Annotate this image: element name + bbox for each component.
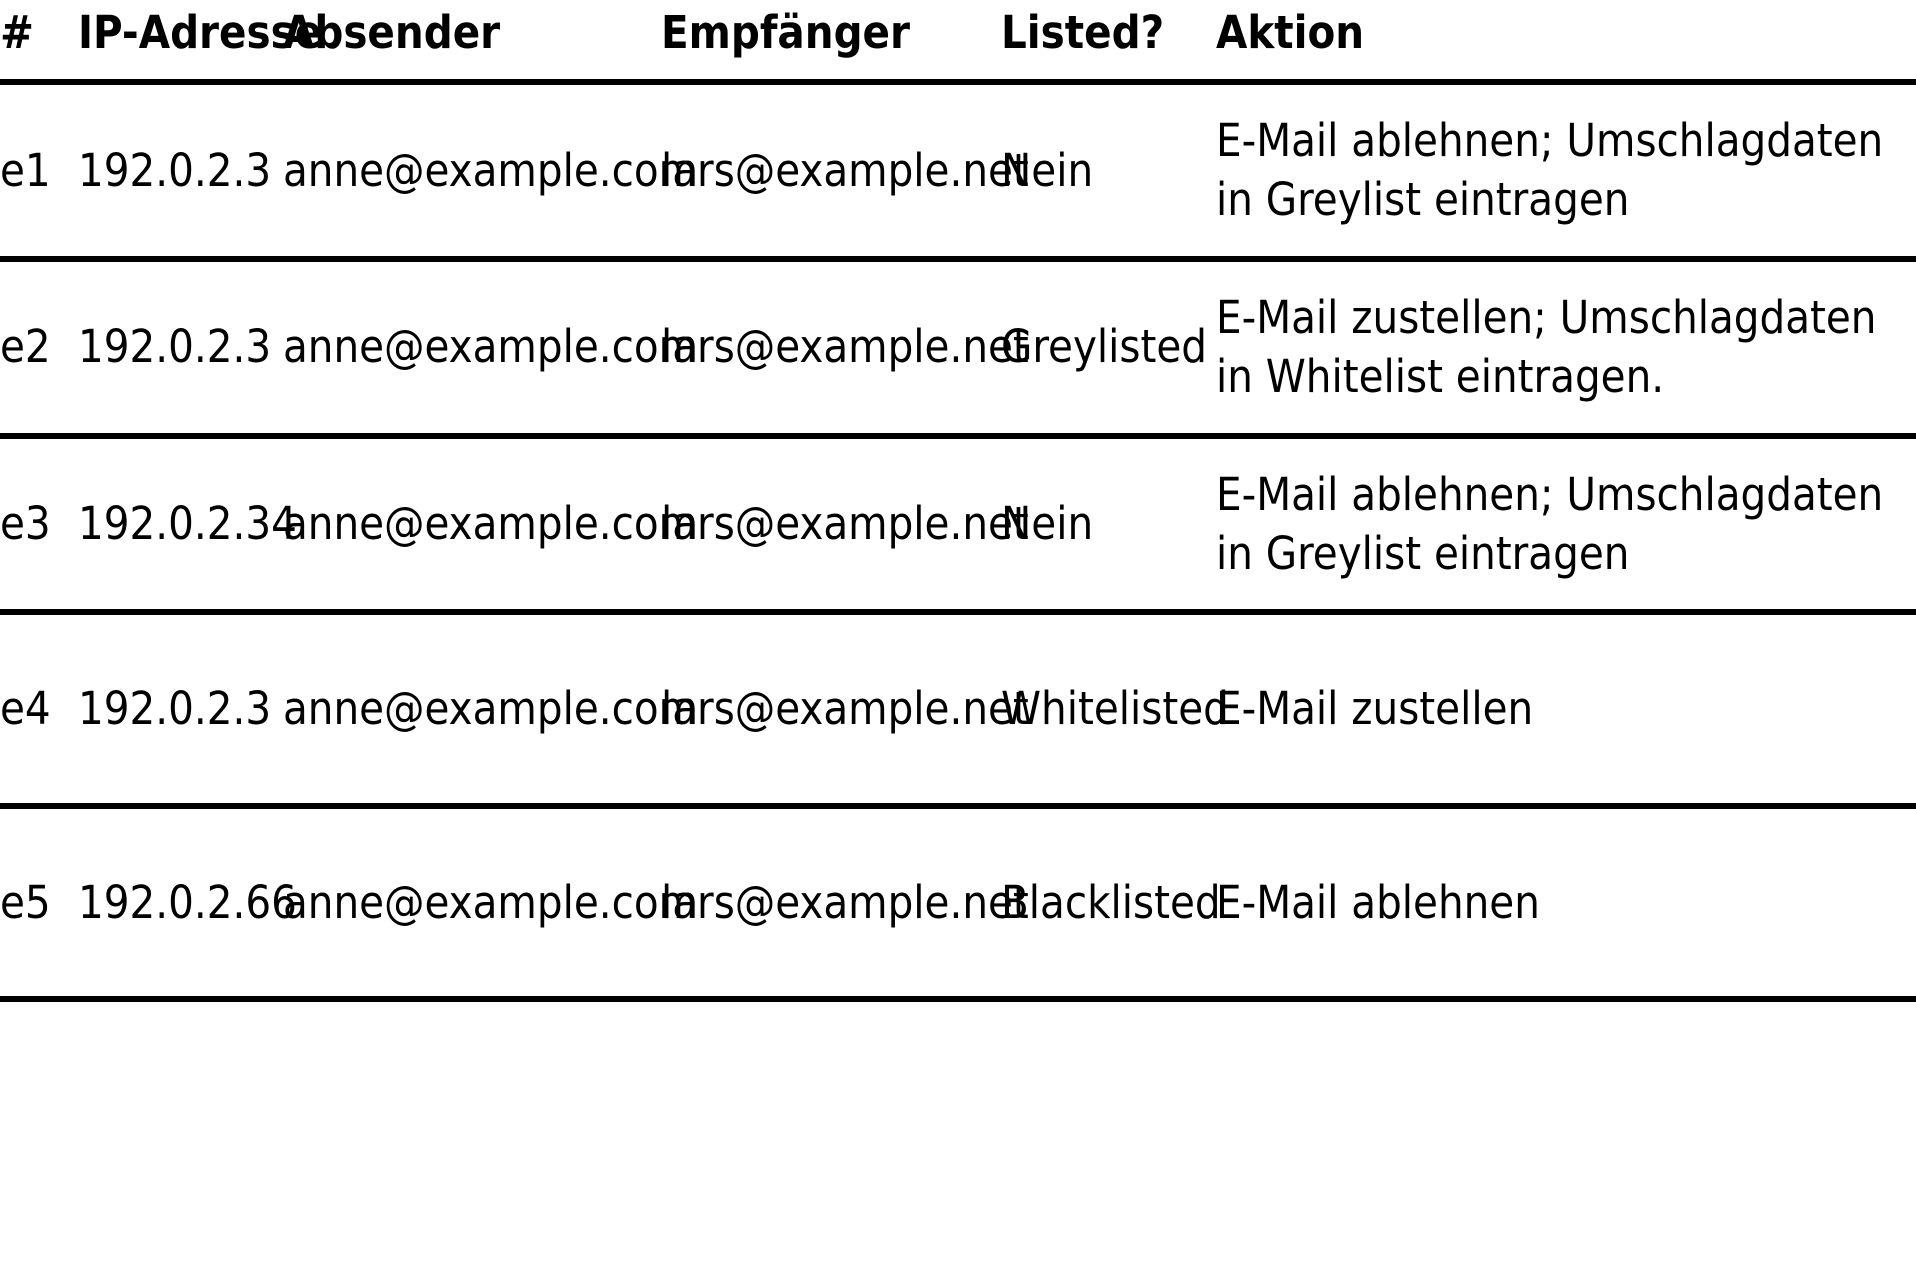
- cell-ip: 192.0.2.66: [78, 875, 297, 929]
- cell-ip: 192.0.2.3: [78, 320, 272, 374]
- cell-action: E-Mail ablehnen; Umschlagdaten in Greyli…: [1216, 467, 1884, 580]
- column-header-ip: IP-Adresse: [78, 6, 323, 59]
- cell-number: e1: [0, 143, 51, 197]
- cell-recipient: lars@example.net: [661, 497, 1029, 551]
- table-row: e3 192.0.2.34 anne@example.com lars@exam…: [0, 436, 1916, 613]
- cell-listed: Nein: [1001, 143, 1094, 197]
- column-header-number: #: [0, 6, 34, 59]
- table-header-row: # IP-Adresse Absender Empfänger Listed? …: [0, 0, 1916, 82]
- greylisting-decision-table: # IP-Adresse Absender Empfänger Listed? …: [0, 0, 1916, 1002]
- table-row: e4 192.0.2.3 anne@example.com lars@examp…: [0, 612, 1916, 806]
- cell-sender: anne@example.com: [283, 143, 699, 197]
- cell-number: e3: [0, 497, 51, 551]
- cell-listed: Greylisted: [1001, 320, 1207, 374]
- column-header-sender: Absender: [283, 6, 501, 59]
- cell-ip: 192.0.2.3: [78, 143, 272, 197]
- cell-recipient: lars@example.net: [661, 682, 1029, 736]
- table-row: e5 192.0.2.66 anne@example.com lars@exam…: [0, 806, 1916, 1000]
- table-row: e2 192.0.2.3 anne@example.com lars@examp…: [0, 259, 1916, 436]
- cell-ip: 192.0.2.34: [78, 497, 297, 551]
- document-page: # IP-Adresse Absender Empfänger Listed? …: [0, 0, 1916, 1268]
- cell-ip: 192.0.2.3: [78, 682, 272, 736]
- column-header-listed: Listed?: [1001, 6, 1165, 59]
- cell-listed: Nein: [1001, 497, 1094, 551]
- cell-number: e2: [0, 320, 51, 374]
- cell-sender: anne@example.com: [283, 875, 699, 929]
- cell-listed: Blacklisted: [1001, 875, 1221, 929]
- column-header-recipient: Empfänger: [661, 6, 910, 59]
- table-body: e1 192.0.2.3 anne@example.com lars@examp…: [0, 82, 1916, 1000]
- cell-sender: anne@example.com: [283, 320, 699, 374]
- table-header: # IP-Adresse Absender Empfänger Listed? …: [0, 0, 1916, 82]
- cell-action: E-Mail ablehnen; Umschlagdaten in Greyli…: [1216, 114, 1884, 227]
- cell-number: e4: [0, 682, 51, 736]
- table-row: e1 192.0.2.3 anne@example.com lars@examp…: [0, 82, 1916, 259]
- cell-recipient: lars@example.net: [661, 143, 1029, 197]
- cell-action: E-Mail zustellen: [1216, 682, 1534, 736]
- cell-number: e5: [0, 875, 51, 929]
- column-header-action: Aktion: [1216, 6, 1365, 59]
- cell-recipient: lars@example.net: [661, 875, 1029, 929]
- cell-sender: anne@example.com: [283, 497, 699, 551]
- cell-listed: Whitelisted: [1001, 682, 1229, 736]
- cell-action: E-Mail ablehnen: [1216, 875, 1540, 929]
- cell-recipient: lars@example.net: [661, 320, 1029, 374]
- cell-sender: anne@example.com: [283, 682, 699, 736]
- cell-action: E-Mail zustellen; Umschlagdaten in White…: [1216, 290, 1877, 404]
